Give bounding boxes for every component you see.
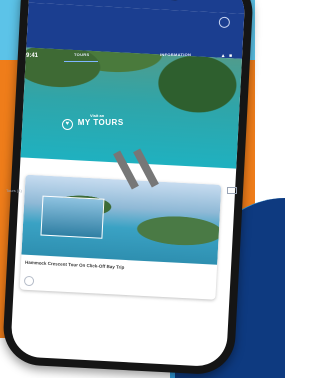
tab-active-indicator [64, 61, 98, 62]
hero-banner [20, 47, 242, 169]
phone-frame: Hammock Crescent Tour On Click-Off Bay T… [1, 0, 255, 376]
status-icons: ▲ ■ [220, 53, 233, 59]
logo-mark-icon: ♥ [62, 119, 73, 130]
tour-card[interactable]: Hammock Crescent Tour On Click-Off Bay T… [19, 174, 222, 300]
card-meta-icon [23, 275, 35, 287]
hero-logo-text: MY TOURS [77, 118, 124, 127]
status-time: 9:41 [26, 53, 39, 59]
tour-card-inset-image [40, 195, 105, 239]
tour-card-title: Hammock Crescent Tour On Click-Off Bay T… [24, 259, 125, 270]
tour-list-header: Tours (4) [6, 188, 22, 193]
list-view-icon[interactable] [227, 187, 237, 194]
tab-information[interactable]: INFORMATION [160, 52, 191, 57]
tab-tours[interactable]: TOURS [74, 52, 89, 57]
hero-logo: ♥ MY TOURS [60, 118, 124, 130]
